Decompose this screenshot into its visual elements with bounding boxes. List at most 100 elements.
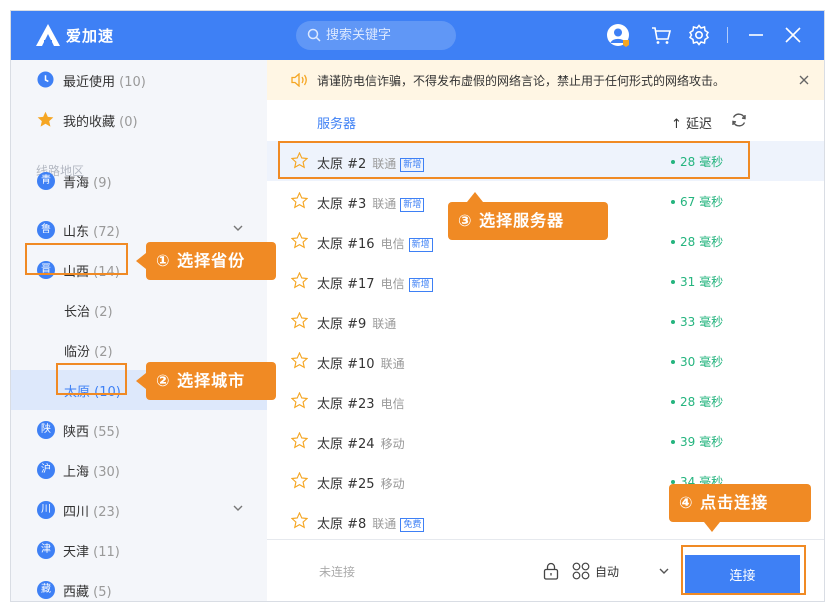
- sidebar-item-qinghai[interactable]: 青 青海 (9): [11, 172, 267, 196]
- sidebar-item-count: (23): [93, 505, 120, 520]
- favorite-star-icon[interactable]: [291, 512, 308, 529]
- highlight-province: [25, 243, 128, 275]
- server-row[interactable]: 太原 #17 电信 新增 31 毫秒: [267, 261, 824, 301]
- province-badge: 津: [37, 541, 55, 559]
- callout-step1: ① 选择省份: [136, 242, 276, 280]
- province-badge: 藏: [37, 581, 55, 599]
- server-tag: 新增: [400, 198, 425, 212]
- server-list-header: 服务器 ↑ 延迟: [267, 100, 824, 141]
- notice-text: 请谨防电信诈骗，不得发布虚假的网络言论，禁止用于任何形式的网络攻击。: [317, 74, 726, 88]
- server-name: 太原 #16: [317, 237, 375, 252]
- server-name: 太原 #25: [317, 477, 375, 492]
- sidebar-item-favorites[interactable]: 我的收藏 (0): [11, 100, 267, 140]
- sidebar-item-label: 最近使用: [63, 75, 116, 90]
- speaker-icon: [291, 73, 307, 87]
- latency-sort-header[interactable]: ↑ 延迟: [671, 113, 712, 132]
- search-box[interactable]: [296, 21, 456, 50]
- server-name: 太原 #3: [317, 197, 367, 212]
- search-input[interactable]: [326, 21, 451, 50]
- favorite-star-icon[interactable]: [291, 432, 308, 449]
- province-badge: 陕: [37, 421, 55, 439]
- title-bar: 爱加速: [11, 11, 824, 60]
- server-row[interactable]: 太原 #23 电信 28 毫秒: [267, 381, 824, 421]
- sidebar-item-tianjin[interactable]: 津 天津 (11): [11, 530, 267, 570]
- sidebar-item-label: 山东: [63, 225, 90, 240]
- mode-grid-icon[interactable]: [572, 562, 590, 580]
- server-latency: 39 毫秒: [671, 433, 723, 450]
- cart-icon[interactable]: [649, 23, 673, 47]
- favorite-star-icon[interactable]: [291, 392, 308, 409]
- sidebar-item-count: (11): [93, 545, 120, 560]
- sidebar-item-recent[interactable]: 最近使用 (10): [11, 60, 267, 100]
- province-badge: 鲁: [37, 221, 55, 239]
- favorite-star-icon[interactable]: [291, 472, 308, 489]
- server-tag: 新增: [408, 278, 433, 292]
- favorite-star-icon[interactable]: [291, 232, 308, 249]
- clock-icon: [37, 71, 54, 88]
- region-sidebar: 最近使用 (10) 我的收藏 (0) 线路地区 青 青海 (9) 鲁 山东 (7…: [11, 60, 267, 601]
- sidebar-item-count: (0): [119, 115, 138, 130]
- sidebar-item-label: 我的收藏: [63, 115, 116, 130]
- server-column-header[interactable]: 服务器: [317, 113, 356, 132]
- server-latency: 31 毫秒: [671, 273, 723, 290]
- server-isp: 联通: [372, 197, 397, 211]
- server-isp: 联通: [372, 317, 397, 331]
- callout-step4: ④ 点击连接: [669, 484, 811, 532]
- sidebar-item-count: (72): [93, 225, 120, 240]
- lock-icon[interactable]: [543, 562, 559, 580]
- callout-step2: ② 选择城市: [136, 362, 276, 400]
- sidebar-item-count: (2): [94, 305, 113, 320]
- sidebar-item-shaanxi[interactable]: 陕 陕西 (55): [11, 410, 267, 450]
- sidebar-item-label: 上海: [63, 465, 90, 480]
- sidebar-item-changzhi[interactable]: 长治 (2): [11, 290, 267, 330]
- app-name: 爱加速: [66, 27, 115, 45]
- server-name: 太原 #23: [317, 397, 375, 412]
- sidebar-item-label: 天津: [63, 545, 90, 560]
- sidebar-item-count: (55): [93, 425, 120, 440]
- server-isp: 联通: [380, 357, 405, 371]
- sidebar-item-shanghai[interactable]: 沪 上海 (30): [11, 450, 267, 490]
- sidebar-item-tibet[interactable]: 藏 西藏 (5): [11, 570, 267, 601]
- server-latency: 28 毫秒: [671, 233, 723, 250]
- close-icon[interactable]: [781, 23, 805, 47]
- sidebar-item-count: (2): [94, 345, 113, 360]
- sidebar-item-count: (9): [93, 176, 112, 191]
- callout-step3: ③ 选择服务器: [448, 192, 608, 240]
- app-logo-icon: [36, 24, 60, 46]
- chevron-down-icon[interactable]: [659, 566, 669, 576]
- refresh-icon[interactable]: [731, 112, 747, 128]
- sidebar-item-label: 陕西: [63, 425, 90, 440]
- sidebar-item-label: 临汾: [64, 345, 91, 360]
- province-badge: 川: [37, 501, 55, 519]
- titlebar-divider: [727, 27, 728, 43]
- sidebar-item-sichuan[interactable]: 川 四川 (23): [11, 490, 267, 530]
- sidebar-item-count: (10): [119, 75, 146, 90]
- server-name: 太原 #8: [317, 517, 367, 532]
- chevron-down-icon: [233, 505, 243, 511]
- avatar-icon[interactable]: [606, 23, 630, 47]
- server-latency: 67 毫秒: [671, 193, 723, 210]
- server-name: 太原 #17: [317, 277, 375, 292]
- sidebar-item-count: (30): [93, 465, 120, 480]
- server-isp: 电信: [380, 237, 405, 251]
- server-name: 太原 #10: [317, 357, 375, 372]
- favorite-star-icon[interactable]: [291, 192, 308, 209]
- mode-select-value[interactable]: 自动: [595, 563, 619, 580]
- highlight-server: [278, 141, 750, 179]
- gear-icon[interactable]: [687, 23, 711, 47]
- sidebar-item-label: 青海: [63, 176, 90, 191]
- minimize-icon[interactable]: [744, 23, 768, 47]
- server-isp: 电信: [380, 397, 405, 411]
- favorite-star-icon[interactable]: [291, 272, 308, 289]
- search-icon: [307, 28, 321, 42]
- notice-close-icon[interactable]: [797, 73, 811, 87]
- server-row[interactable]: 太原 #24 移动 39 毫秒: [267, 421, 824, 461]
- server-row[interactable]: 太原 #10 联通 30 毫秒: [267, 341, 824, 381]
- server-latency: 30 毫秒: [671, 353, 723, 370]
- sidebar-item-label: 长治: [64, 305, 91, 320]
- sidebar-item-label: 四川: [63, 505, 90, 520]
- highlight-connect: [681, 545, 806, 595]
- server-row[interactable]: 太原 #9 联通 33 毫秒: [267, 301, 824, 341]
- favorite-star-icon[interactable]: [291, 352, 308, 369]
- favorite-star-icon[interactable]: [291, 312, 308, 329]
